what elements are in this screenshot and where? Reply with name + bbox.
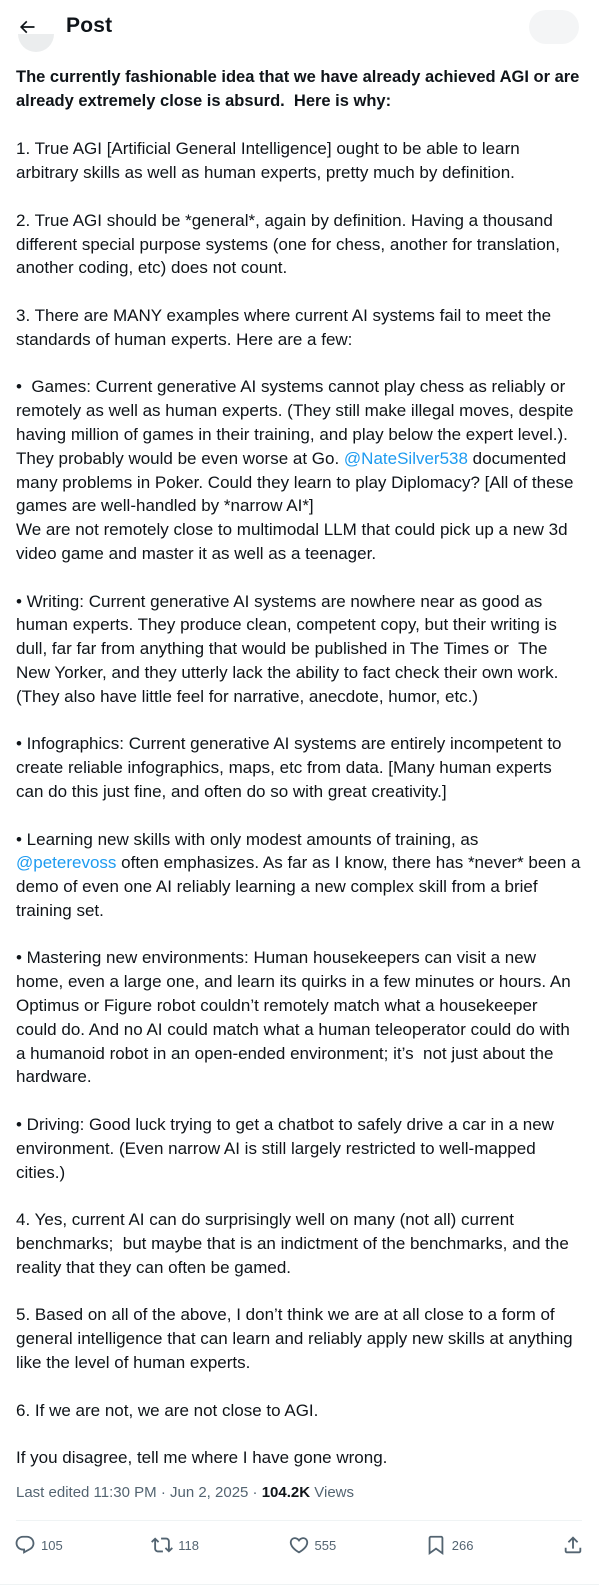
heart-icon [289, 1537, 308, 1554]
reply-icon [15, 1535, 35, 1554]
tweet-point-4: 4. Yes, current AI can do surprisingly w… [16, 1210, 574, 1277]
tweet-bullet-learning: • Learning new skills with only modest a… [16, 828, 582, 923]
tweet-bullet-games: • Games: Current generative AI systems c… [16, 375, 582, 565]
mention-link-natesilver[interactable]: @NateSilver538 [344, 449, 468, 468]
tweet-point-2: 2. True AGI should be *general*, again b… [16, 210, 565, 278]
reply-count: 105 [41, 1537, 63, 1553]
arrow-left-icon [19, 20, 35, 34]
repost-count: 118 [178, 1537, 199, 1553]
tweet-meta: Last edited 11:30 PM · Jun 2, 2025 · 104… [16, 1482, 354, 1504]
learning-text-before: • Learning new skills with only modest a… [16, 829, 479, 849]
page-title: Post [66, 14, 113, 37]
mention-link-peterevoss[interactable]: @peterevoss [16, 853, 116, 872]
tweet-bullet-writing: • Writing: Current generative AI systems… [16, 591, 564, 706]
tweet-point-1: 1. True AGI [Artificial General Intellig… [16, 139, 525, 183]
action-bar: 105 118 555 266 [14, 1530, 584, 1560]
bookmark-icon [428, 1535, 444, 1556]
reply-button[interactable]: 105 [14, 1534, 63, 1556]
divider [16, 1520, 582, 1521]
bookmark-count: 266 [451, 1537, 474, 1553]
tweet-text: The currently fashionable idea that we h… [16, 66, 582, 1494]
tweet-closing: If you disagree, tell me where I have go… [16, 1448, 388, 1468]
like-count: 555 [314, 1537, 337, 1553]
edited-timestamp[interactable]: Last edited 11:30 PM · Jun 2, 2025 · [16, 1484, 262, 1501]
tweet-bullet-mastering: • Mastering new environments: Human hous… [16, 948, 576, 1087]
share-icon [564, 1536, 582, 1554]
share-button[interactable] [562, 1534, 584, 1556]
tweet-point-6: 6. If we are not, we are not close to AG… [16, 1400, 319, 1420]
tweet-bullet-infographics: • Infographics: Current generative AI sy… [16, 734, 567, 801]
views-label: Views [310, 1484, 355, 1501]
views-count: 104.2K [261, 1484, 311, 1501]
back-button[interactable] [8, 8, 46, 46]
tweet-intro: The currently fashionable idea that we h… [16, 68, 584, 110]
follow-button[interactable] [529, 10, 579, 44]
tweet-bullet-driving: • Driving: Good luck trying to get a cha… [16, 1115, 559, 1182]
bookmark-button[interactable]: 266 [425, 1534, 474, 1556]
repost-button[interactable]: 118 [151, 1534, 199, 1556]
tweet-point-3: 3. There are MANY examples where current… [16, 305, 556, 349]
top-bar: Post [0, 0, 599, 53]
tweet-point-5: 5. Based on all of the above, I don’t th… [16, 1305, 578, 1373]
repost-icon [151, 1537, 174, 1553]
like-button[interactable]: 555 [288, 1534, 337, 1556]
